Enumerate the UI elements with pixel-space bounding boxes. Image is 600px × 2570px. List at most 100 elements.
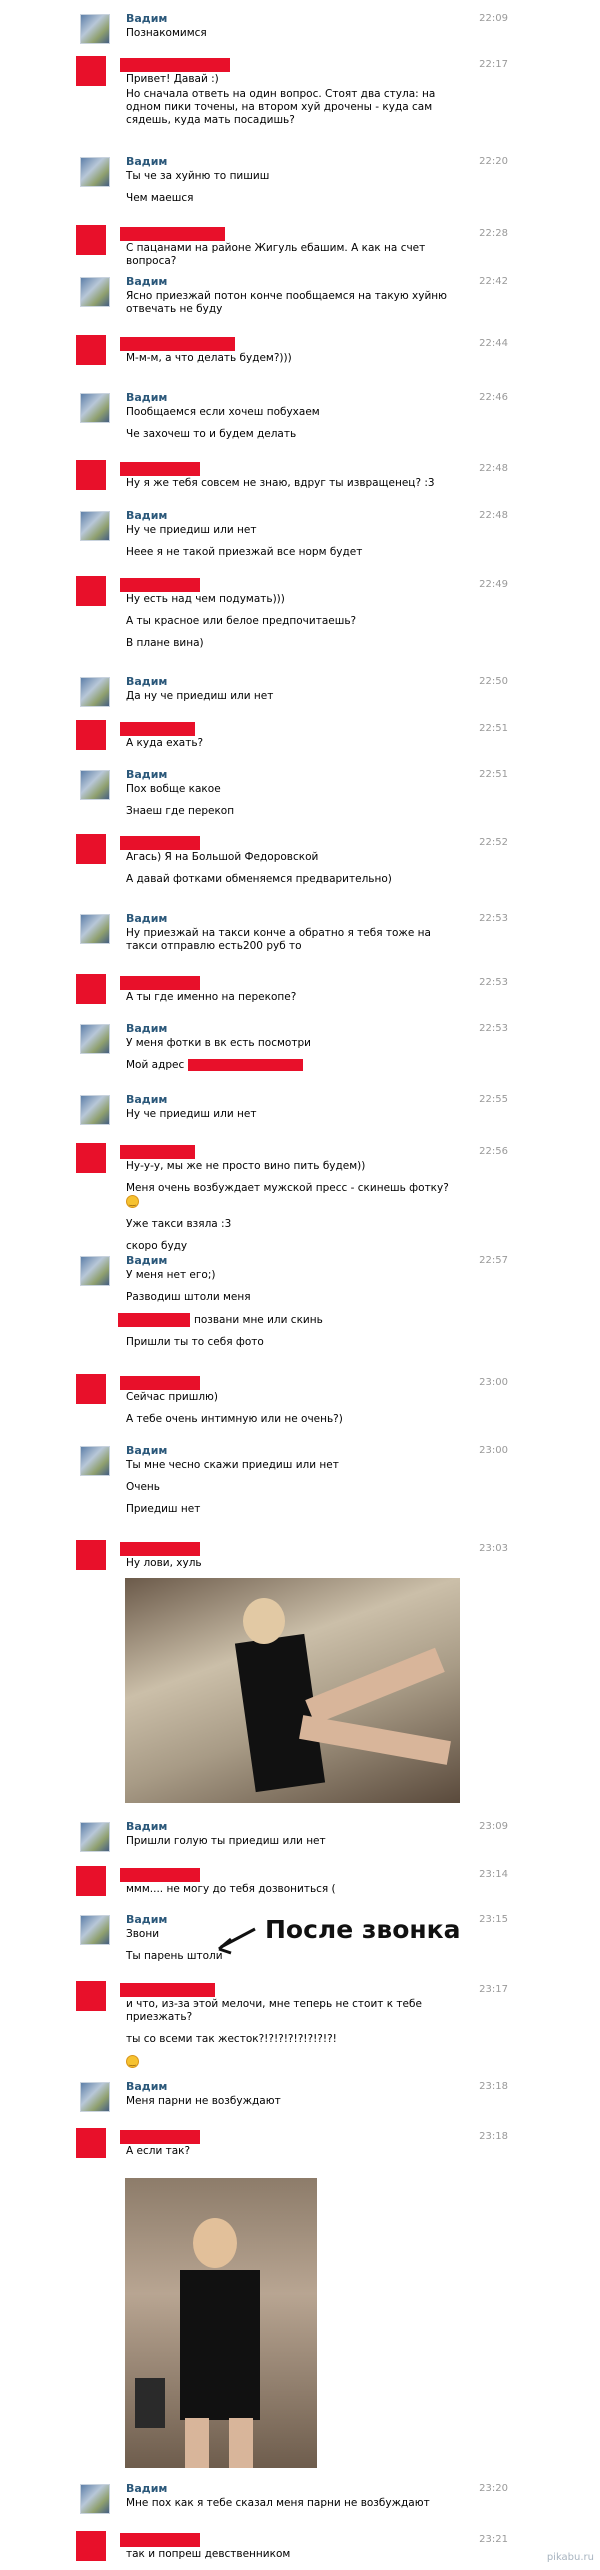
- message-line: Пообщаемся если хочеш побухаем: [126, 406, 320, 418]
- message-body: Пришли голую ты приедиш или нет: [126, 1835, 462, 1857]
- message-timestamp: 22:46: [479, 392, 508, 403]
- message-timestamp: 22:48: [479, 463, 508, 474]
- message-body: Да ну че приедиш или нет: [126, 690, 462, 712]
- message-timestamp: 22:57: [479, 1255, 508, 1266]
- arrow-annotation-icon: [218, 1927, 256, 1955]
- redacted-name: [120, 722, 195, 736]
- sender-name[interactable]: Вадим: [126, 1254, 167, 1267]
- avatar[interactable]: [80, 277, 110, 307]
- message-line: Разводиш штоли меня: [126, 1291, 251, 1303]
- message-timestamp: 22:50: [479, 676, 508, 687]
- redacted-avatar: [76, 2128, 106, 2158]
- message-line: Приедиш нет: [126, 1503, 201, 1515]
- avatar[interactable]: [80, 914, 110, 944]
- avatar[interactable]: [80, 393, 110, 423]
- sender-name[interactable]: Вадим: [126, 509, 167, 522]
- sender-name[interactable]: Вадим: [126, 1022, 167, 1035]
- sender-name[interactable]: Вадим: [126, 1913, 167, 1926]
- avatar[interactable]: [80, 2484, 110, 2514]
- redacted-avatar: [76, 56, 106, 86]
- redacted-name: [120, 227, 225, 241]
- message-body: Сейчас пришлю) А тебе очень интимную или …: [126, 1391, 462, 1435]
- message-body: Меня парни не возбуждают: [126, 2095, 462, 2117]
- avatar[interactable]: [80, 1446, 110, 1476]
- avatar[interactable]: [80, 1256, 110, 1286]
- message-body: Ты мне чесно скажи приедиш или нет Очень П…: [126, 1459, 462, 1525]
- chat-photo-attachment[interactable]: [125, 1578, 460, 1803]
- message-body: Ну че приедиш или нет Неее я не такой при…: [126, 524, 462, 568]
- message-line: Очень: [126, 1481, 160, 1493]
- message-line: Ну лови, хуль: [126, 1557, 202, 1569]
- message-body: Агась) Я на Большой Федоровской А давай ф…: [126, 851, 462, 895]
- avatar[interactable]: [80, 14, 110, 44]
- message-line: М-м-м, а что делать будем?))): [126, 352, 292, 364]
- message-timestamp: 23:09: [479, 1821, 508, 1832]
- avatar[interactable]: [80, 1095, 110, 1125]
- message-body: Ну есть над чем подумать))) А ты красное …: [126, 593, 462, 659]
- message-body: Ну-у-у, мы же не просто вино пить будем)…: [126, 1160, 462, 1262]
- avatar[interactable]: [80, 1822, 110, 1852]
- message-timestamp: 22:49: [479, 579, 508, 590]
- message-line: позвани мне или скинь: [118, 1313, 462, 1327]
- message-line: Агась) Я на Большой Федоровской: [126, 851, 319, 863]
- message-timestamp: 22:28: [479, 228, 508, 239]
- sender-name[interactable]: Вадим: [126, 1820, 167, 1833]
- message-timestamp: 22:20: [479, 156, 508, 167]
- message-body: ммм.... не могу до тебя дозвониться (: [126, 1883, 462, 1905]
- sender-name[interactable]: Вадим: [126, 155, 167, 168]
- message-timestamp: 23:17: [479, 1984, 508, 1995]
- redacted-avatar: [76, 225, 106, 255]
- message-line: так и попреш девственником: [126, 2548, 291, 2560]
- redacted-avatar: [76, 2531, 106, 2561]
- message-body: Ну лови, хуль: [126, 1557, 462, 1579]
- avatar[interactable]: [80, 1024, 110, 1054]
- chat-photo-attachment[interactable]: [125, 2178, 317, 2468]
- sender-name[interactable]: Вадим: [126, 912, 167, 925]
- redacted-name: [120, 1983, 215, 1997]
- message-line: С пацанами на районе Жигуль ебашим. А ка…: [126, 242, 426, 267]
- redacted-name: [120, 1868, 200, 1882]
- message-timestamp: 22:52: [479, 837, 508, 848]
- message-line: Привет! Давай :): [126, 73, 219, 85]
- avatar[interactable]: [80, 2082, 110, 2112]
- message-line: Ну приезжай на такси конче а обратно я т…: [126, 927, 431, 952]
- message-line: Че захочеш то и будем делать: [126, 428, 297, 440]
- redacted-avatar: [76, 460, 106, 490]
- avatar[interactable]: [80, 1915, 110, 1945]
- redacted-name: [120, 836, 200, 850]
- sender-name[interactable]: Вадим: [126, 1093, 167, 1106]
- message-line: и что, из-за этой мелочи, мне теперь не …: [126, 1998, 422, 2023]
- avatar[interactable]: [80, 677, 110, 707]
- message-line: А давай фотками обменяемся предварительн…: [126, 873, 392, 885]
- message-timestamp: 22:53: [479, 977, 508, 988]
- avatar[interactable]: [80, 157, 110, 187]
- sender-name[interactable]: Вадим: [126, 275, 167, 288]
- message-timestamp: 22:55: [479, 1094, 508, 1105]
- avatar[interactable]: [80, 511, 110, 541]
- message-body: Мне пох как я тебе сказал меня парни не …: [126, 2497, 462, 2519]
- avatar[interactable]: [80, 770, 110, 800]
- redacted-avatar: [76, 1374, 106, 1404]
- sender-name[interactable]: Вадим: [126, 2080, 167, 2093]
- sender-name[interactable]: Вадим: [126, 768, 167, 781]
- message-line: Но сначала ответь на один вопрос. Стоят …: [126, 88, 436, 126]
- sender-name[interactable]: Вадим: [126, 675, 167, 688]
- redacted-avatar: [76, 1866, 106, 1896]
- sender-name[interactable]: Вадим: [126, 2482, 167, 2495]
- message-timestamp: 22:42: [479, 276, 508, 287]
- redacted-name: [120, 1145, 195, 1159]
- sender-name[interactable]: Вадим: [126, 12, 167, 25]
- message-timestamp: 22:44: [479, 338, 508, 349]
- redacted-avatar: [76, 720, 106, 750]
- message-timestamp: 23:20: [479, 2483, 508, 2494]
- redacted-name: [120, 2533, 200, 2547]
- sender-name[interactable]: Вадим: [126, 391, 167, 404]
- message-body: А куда ехать?: [126, 737, 462, 759]
- message-body: Ясно приезжай потон конче пообщаемся на …: [126, 290, 462, 325]
- message-line: Мой адрес: [126, 1059, 462, 1072]
- message-timestamp: 22:56: [479, 1146, 508, 1157]
- sender-name[interactable]: Вадим: [126, 1444, 167, 1457]
- redacted-name: [120, 337, 235, 351]
- message-line: Сейчас пришлю): [126, 1391, 218, 1403]
- message-line: Уже такси взяла :3: [126, 1217, 232, 1230]
